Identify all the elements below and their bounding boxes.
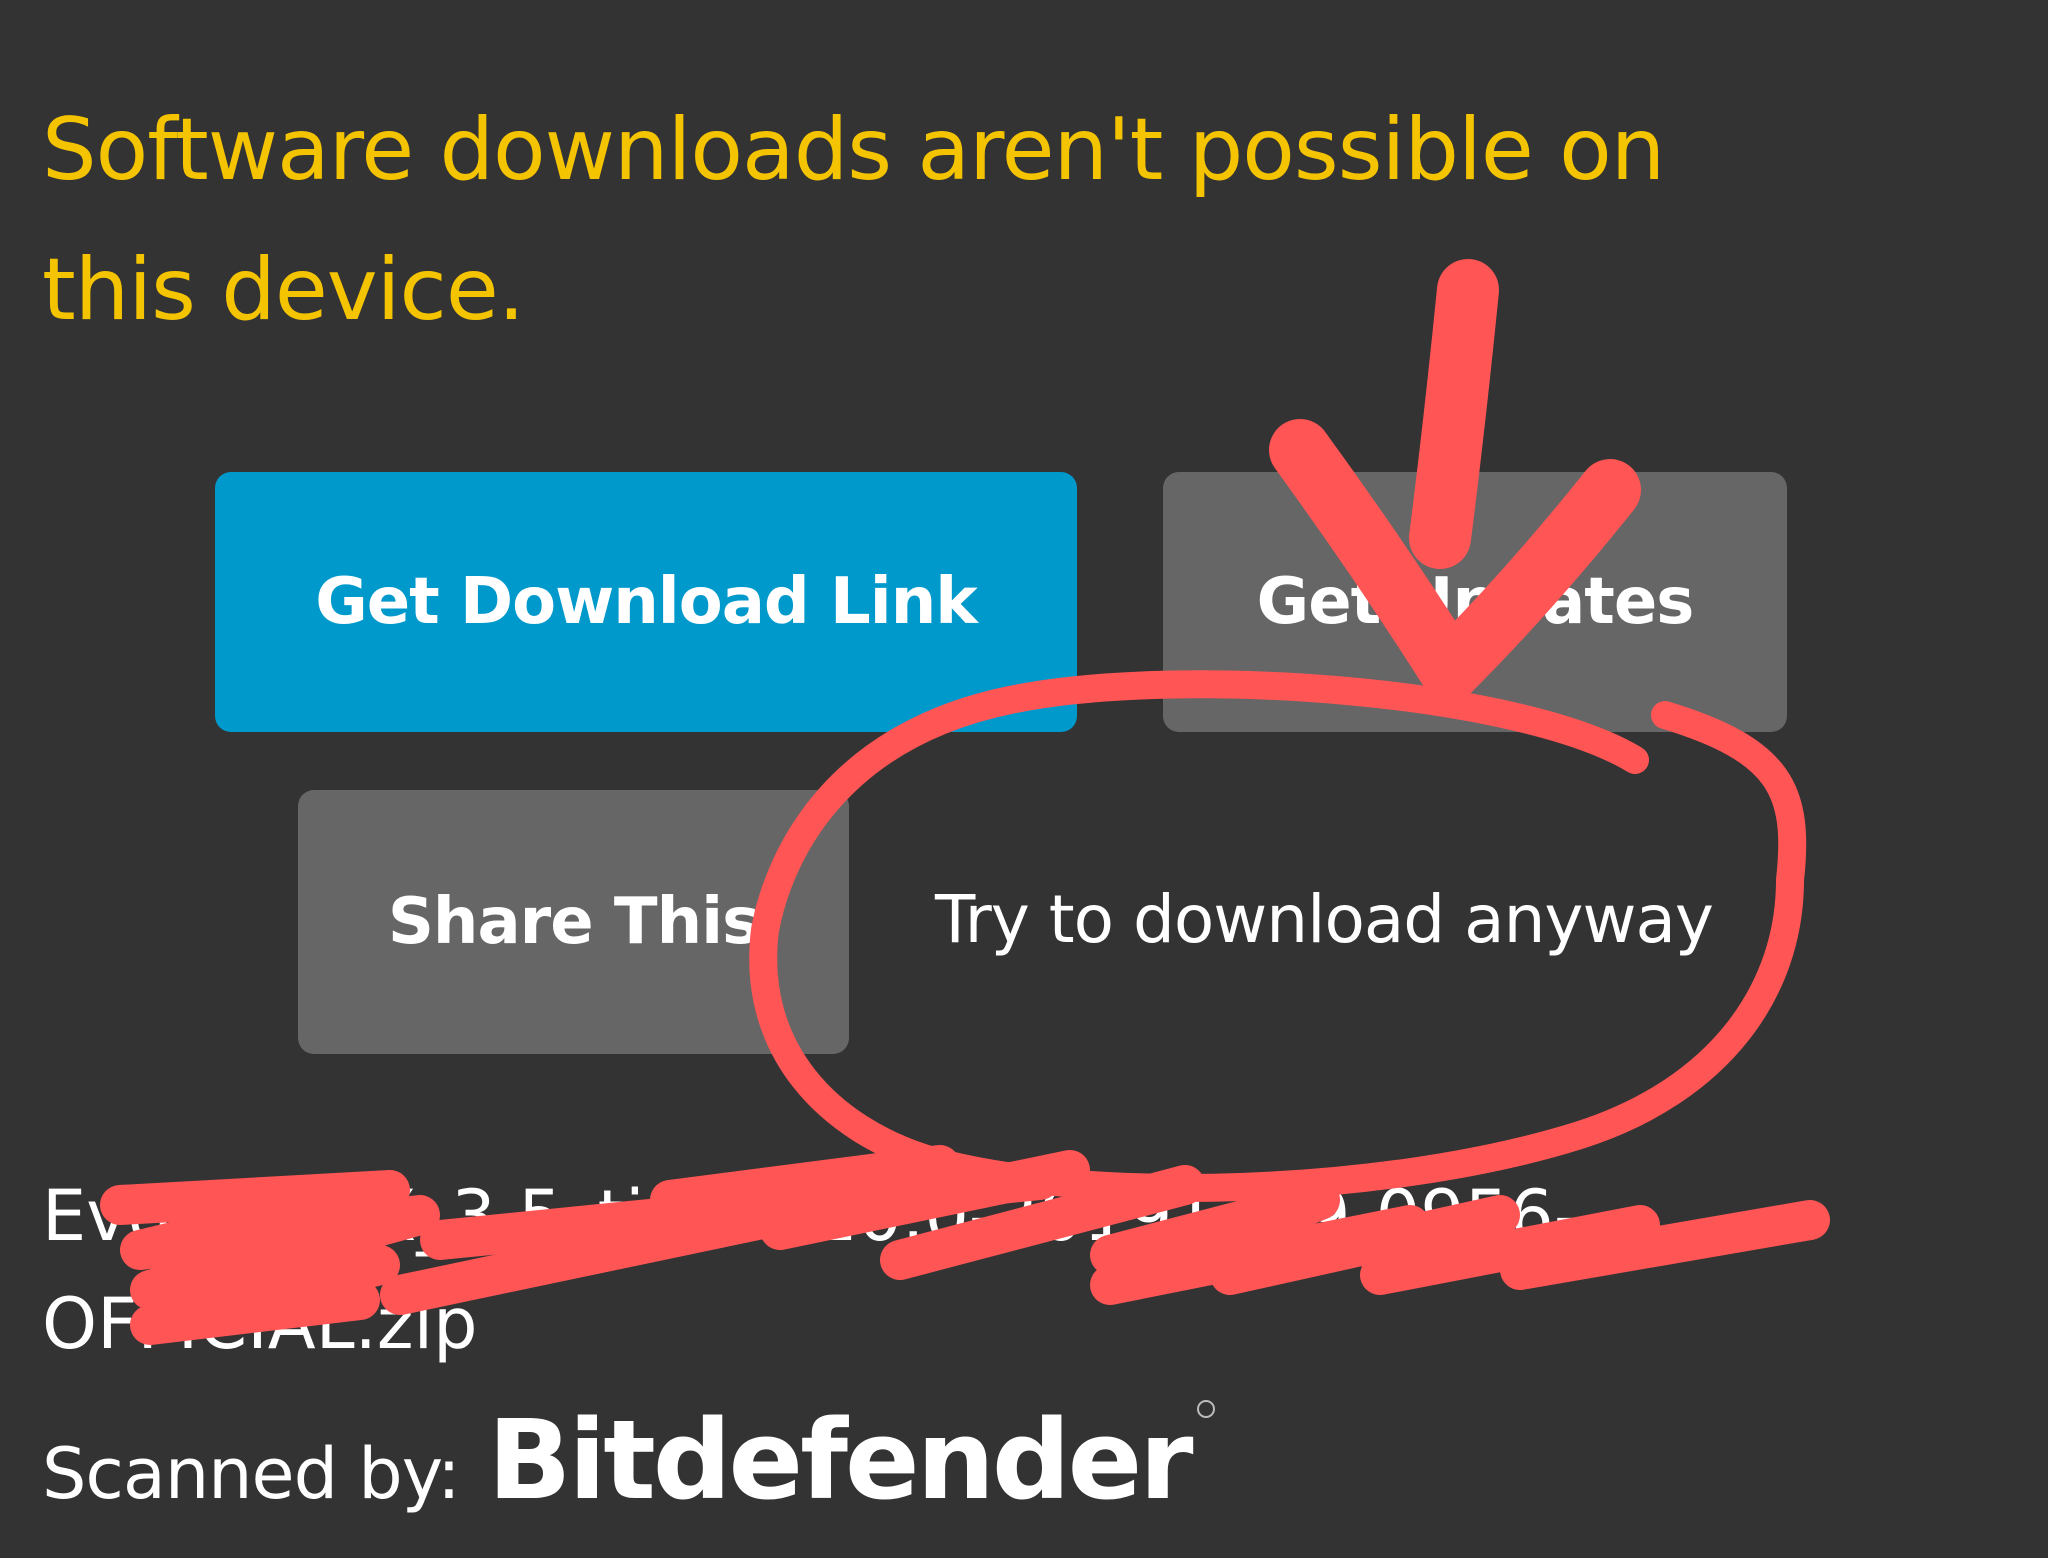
title-line-2: this device. [42,240,525,340]
scanner-name: Bitdefender [487,1396,1194,1524]
file-name-line-2: OFFICIAL.zip [42,1283,478,1365]
get-updates-button[interactable]: Get Updates [1163,472,1787,732]
get-updates-label: Get Updates [1256,565,1695,639]
try-download-anyway-label: Try to download anyway [935,881,1714,958]
download-page: Software downloads aren't possible on th… [0,0,2048,1558]
get-download-link-label: Get Download Link [315,565,978,639]
file-name: EvolutionX_3.5_tissot-10.0-20191219-0956… [42,1162,1942,1378]
share-this-button[interactable]: Share This [298,790,849,1054]
title-line-1: Software downloads aren't possible on [42,100,1665,200]
scanned-by-label: Scanned by: [42,1433,461,1515]
get-download-link-button[interactable]: Get Download Link [215,472,1077,732]
try-download-anyway-link[interactable]: Try to download anyway [935,870,1714,970]
bitdefender-logo: Bitdefender [487,1396,1215,1524]
scan-info: Scanned by: Bitdefender [42,1396,1215,1524]
file-name-line-1: EvolutionX_3.5_tissot-10.0-20191219-0956… [42,1175,1580,1257]
registered-mark-icon [1196,1400,1215,1418]
page-title: Software downloads aren't possible on th… [42,80,2002,360]
share-this-label: Share This [387,885,760,959]
